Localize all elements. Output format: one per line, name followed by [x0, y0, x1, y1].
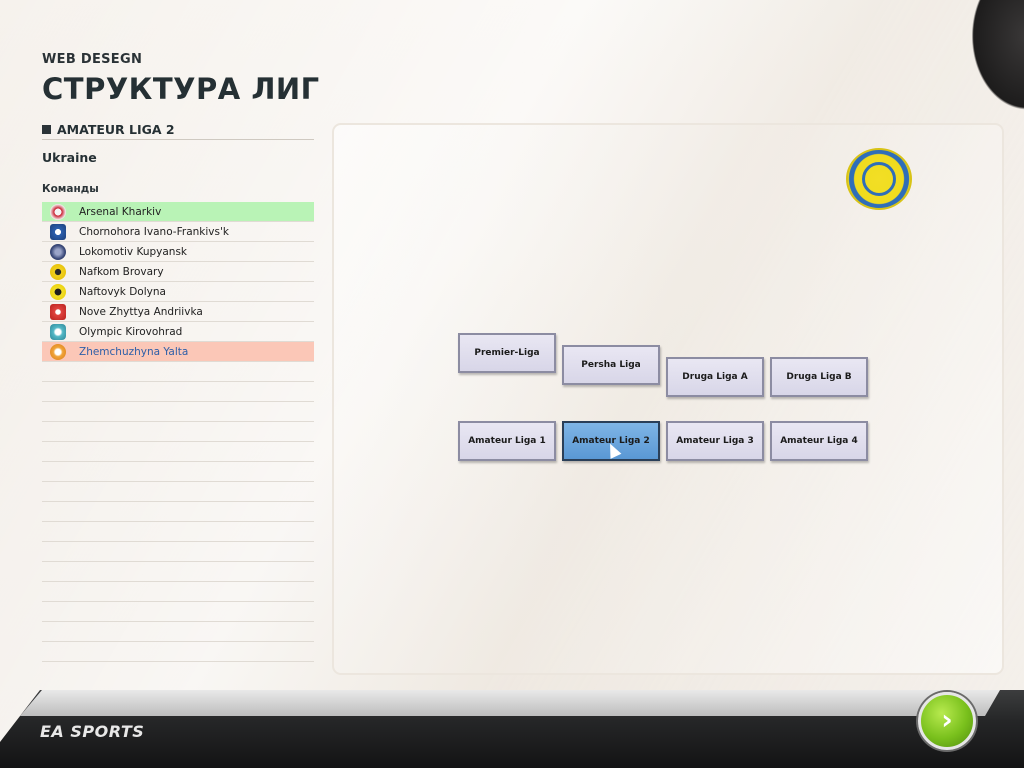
team-name: Arsenal Kharkiv — [79, 205, 162, 218]
team-row[interactable]: Chornohora Ivano-Frankivs'k — [42, 222, 314, 242]
club-badge-icon — [50, 224, 66, 240]
empty-row — [42, 502, 314, 522]
empty-row — [42, 362, 314, 382]
team-row[interactable]: Nafkom Brovary — [42, 262, 314, 282]
empty-row — [42, 442, 314, 462]
empty-row — [42, 382, 314, 402]
empty-row — [42, 462, 314, 482]
league-pyramid-panel — [332, 123, 1004, 675]
club-badge-icon — [50, 344, 66, 360]
empty-row — [42, 562, 314, 582]
empty-row — [42, 482, 314, 502]
league-country: Ukraine — [42, 150, 97, 165]
league-node-label: Amateur Liga 1 — [468, 436, 546, 446]
empty-row — [42, 622, 314, 642]
club-badge-icon — [50, 324, 66, 340]
team-row[interactable]: Arsenal Kharkiv — [42, 202, 314, 222]
chevron-right-icon: › — [941, 702, 953, 736]
empty-row — [42, 582, 314, 602]
league-info-panel: AMATEUR LIGA 2 Ukraine Команды Arsenal K… — [42, 122, 314, 662]
empty-row — [42, 602, 314, 622]
team-name: Lokomotiv Kupyansk — [79, 245, 187, 258]
club-badge-icon — [50, 204, 66, 220]
team-row[interactable]: Naftovyk Dolyna — [42, 282, 314, 302]
empty-row — [42, 542, 314, 562]
team-name: Zhemchuzhyna Yalta — [79, 345, 189, 358]
next-button[interactable]: › — [918, 692, 976, 750]
team-name: Olympic Kirovohrad — [79, 325, 183, 338]
ea-sports-logo: EA SPORTS — [40, 722, 145, 741]
team-row[interactable]: Nove Zhyttya Andriivka — [42, 302, 314, 322]
empty-row — [42, 402, 314, 422]
team-row[interactable]: Zhemchuzhyna Yalta — [42, 342, 314, 362]
empty-row — [42, 522, 314, 542]
league-node-amateur-3[interactable]: Amateur Liga 3 — [666, 421, 764, 461]
footer-band — [20, 690, 1000, 716]
teams-label: Команды — [42, 183, 99, 195]
league-node-label: Amateur Liga 3 — [676, 436, 754, 446]
empty-row — [42, 422, 314, 442]
team-name: Nafkom Brovary — [79, 265, 164, 278]
page-supertitle: WEB DESEGN — [42, 52, 143, 67]
league-node-label: Premier-Liga — [474, 348, 540, 358]
league-node-label: Druga Liga B — [786, 372, 852, 382]
league-name: AMATEUR LIGA 2 — [57, 122, 175, 137]
team-row[interactable]: Lokomotiv Kupyansk — [42, 242, 314, 262]
club-badge-icon — [50, 244, 66, 260]
league-node-label: Druga Liga A — [682, 372, 748, 382]
league-node-amateur-1[interactable]: Amateur Liga 1 — [458, 421, 556, 461]
team-list: Arsenal Kharkiv Chornohora Ivano-Frankiv… — [42, 202, 314, 662]
empty-row — [42, 642, 314, 662]
league-node-label: Persha Liga — [581, 360, 641, 370]
club-badge-icon — [50, 304, 66, 320]
club-badge-icon — [50, 264, 66, 280]
club-badge-icon — [50, 284, 66, 300]
league-node-premier[interactable]: Premier-Liga — [458, 333, 556, 373]
team-name: Naftovyk Dolyna — [79, 285, 166, 298]
league-node-label: Amateur Liga 4 — [780, 436, 858, 446]
page-title: СТРУКТУРА ЛИГ — [42, 72, 320, 106]
league-node-persha[interactable]: Persha Liga — [562, 345, 660, 385]
corner-decoration — [964, 0, 1024, 120]
federation-emblem-icon — [862, 162, 896, 196]
square-bullet-icon — [42, 125, 51, 134]
league-header: AMATEUR LIGA 2 — [42, 122, 314, 140]
federation-logo — [846, 148, 912, 210]
team-name: Chornohora Ivano-Frankivs'k — [79, 225, 229, 238]
league-node-druga-b[interactable]: Druga Liga B — [770, 357, 868, 397]
team-name: Nove Zhyttya Andriivka — [79, 305, 203, 318]
league-node-druga-a[interactable]: Druga Liga A — [666, 357, 764, 397]
league-node-amateur-4[interactable]: Amateur Liga 4 — [770, 421, 868, 461]
team-row[interactable]: Olympic Kirovohrad — [42, 322, 314, 342]
